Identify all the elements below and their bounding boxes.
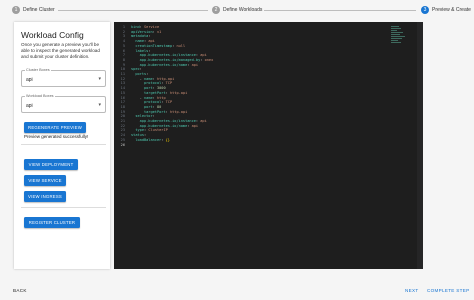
line-number: 23 (120, 128, 125, 133)
code-text: apiVersion: v1 (131, 29, 162, 34)
code-text: protocol: TCP (143, 81, 173, 86)
view-ingress-button[interactable]: VIEW INGRESS (24, 191, 66, 202)
step-connector (58, 10, 208, 11)
divider (21, 144, 106, 145)
code-text: spec: (131, 67, 142, 72)
code-text: app.kubernetes.io/managed-by: onex (139, 57, 214, 62)
line-number: 26 (120, 142, 125, 147)
cluster-boxes-value: api (26, 77, 33, 83)
view-deployment-button[interactable]: VIEW DEPLOYMENT (24, 159, 78, 170)
complete-step-button[interactable]: COMPLETE STEP (427, 288, 469, 293)
step-define-workloads[interactable]: 2 Define Workloads (212, 6, 262, 14)
step-number: 1 (12, 6, 20, 14)
code-text: ports: (135, 72, 149, 76)
view-service-button[interactable]: VIEW SERVICE (24, 175, 66, 186)
code-text: type: ClusterIP (135, 128, 168, 133)
line-number: 5 (122, 43, 125, 48)
code-text: - name: http-api (139, 76, 175, 81)
step-label: Preview & Create (432, 7, 471, 13)
step-connector (264, 10, 416, 11)
code-text: port: 80 (143, 104, 162, 109)
code-text: name: api (135, 39, 155, 44)
code-text: creationTimestamp: null (135, 43, 186, 48)
code-text: targetPort: http-api (143, 109, 188, 114)
line-number: 9 (122, 62, 125, 67)
line-number: 15 (120, 90, 125, 95)
line-number: 18 (120, 104, 125, 109)
line-number: 7 (122, 53, 125, 58)
line-number: 6 (122, 48, 125, 53)
line-number: 8 (122, 57, 125, 62)
line-number: 17 (120, 100, 125, 105)
code-text: kind: Service (131, 25, 160, 29)
chevron-down-icon: ▾ (98, 102, 101, 108)
line-number: 24 (120, 133, 125, 138)
line-number: 20 (120, 114, 125, 119)
code-text: app.kubernetes.io/name: api (139, 62, 199, 67)
line-number: 2 (122, 29, 125, 34)
code-text: app.kubernetes.io/instance: api (139, 119, 207, 123)
step-define-cluster[interactable]: 1 Define Cluster (12, 6, 55, 14)
workload-boxes-label: Workload Boxes (25, 94, 55, 98)
code-text: port: 3000 (143, 86, 166, 91)
code-line: 26 (114, 143, 384, 148)
next-button[interactable]: NEXT (405, 288, 418, 293)
chevron-down-icon: ▾ (98, 76, 101, 82)
line-number: 13 (120, 81, 125, 86)
code-text: - name: http (139, 95, 166, 100)
regenerate-preview-button[interactable]: REGENERATE PREVIEW (24, 122, 86, 133)
yaml-preview-editor[interactable]: 1 kind: Service 2 apiVersion: v1 3 metadata: 4… (114, 22, 423, 269)
line-number: 10 (120, 67, 125, 72)
step-number: 2 (212, 6, 220, 14)
workload-boxes-value: api (26, 103, 33, 109)
cluster-boxes-label: Cluster Boxes (25, 68, 51, 72)
code-text: app.kubernetes.io/instance: api (139, 53, 207, 58)
divider (21, 207, 106, 208)
code-text: labels: (135, 48, 151, 53)
step-label: Define Workloads (223, 7, 263, 13)
line-number: 16 (120, 95, 125, 100)
editor-minimap[interactable] (391, 26, 409, 46)
line-number: 21 (120, 119, 125, 123)
line-number: 3 (122, 34, 125, 39)
line-number: 25 (120, 137, 125, 142)
panel-description: Once you generate a preview you'll be ab… (21, 42, 100, 59)
line-number: 19 (120, 109, 125, 114)
line-number: 4 (122, 39, 125, 44)
code-text: selector: (135, 114, 155, 119)
code-text: protocol: TCP (143, 100, 173, 105)
line-number: 22 (120, 123, 125, 128)
register-cluster-button[interactable]: REGISTER CLUSTER (24, 217, 80, 228)
step-preview-create[interactable]: 3 Preview & Create (421, 6, 471, 14)
code-text: loadBalancer: {} (135, 137, 170, 142)
line-number: 11 (120, 72, 125, 76)
panel-title: Workload Config (21, 30, 84, 40)
code-text: metadata: (131, 34, 151, 39)
code-text: app.kubernetes.io/name: api (139, 123, 199, 128)
code-text: targetPort: http-api (143, 90, 188, 95)
stepper: 1 Define Cluster 2 Define Workloads 3 Pr… (0, 0, 474, 22)
line-number: 14 (120, 86, 125, 91)
workload-boxes-select[interactable]: Workload Boxes api ▾ (21, 94, 106, 113)
workload-config-panel: Workload Config Once you generate a prev… (14, 22, 110, 269)
step-number: 3 (421, 6, 429, 14)
line-number: 1 (122, 25, 125, 29)
preview-status: Preview generated successfully! (24, 134, 89, 139)
back-button[interactable]: BACK (13, 288, 27, 293)
step-label: Define Cluster (23, 7, 55, 13)
line-number: 12 (120, 76, 125, 81)
code-text: status: (131, 133, 147, 138)
editor-scrollbar[interactable] (417, 22, 423, 269)
cluster-boxes-select[interactable]: Cluster Boxes api ▾ (21, 68, 106, 87)
